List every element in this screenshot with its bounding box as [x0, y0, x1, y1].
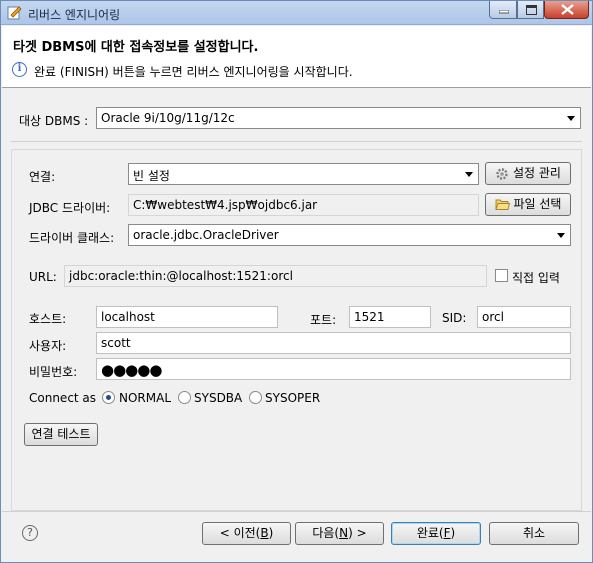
test-connection-button[interactable]: 연결 테스트	[24, 423, 98, 446]
url-field: jdbc:oracle:thin:@localhost:1521:orcl	[64, 265, 487, 287]
choose-file-button[interactable]: 파일 선택	[485, 193, 571, 216]
divider	[11, 141, 582, 142]
title-bar[interactable]: 리버스 엔지니어링	[1, 1, 592, 25]
host-input[interactable]: localhost	[96, 306, 278, 328]
header-description: 완료 (FINISH) 버튼을 누르면 리버스 엔지니어링을 시작합니다.	[34, 65, 353, 79]
driver-class-select-value: oracle.jdbc.OracleDriver	[133, 228, 279, 242]
choose-file-label: 파일 선택	[513, 197, 562, 211]
minimize-icon	[499, 10, 509, 14]
connection-select[interactable]: 빈 설정	[128, 163, 479, 185]
jdbc-driver-path: C:₩webtest₩4.jsp₩ojdbc6.jar	[128, 194, 479, 216]
folder-icon	[494, 199, 510, 210]
url-value: jdbc:oracle:thin:@localhost:1521:orcl	[69, 269, 293, 283]
radio-normal-label: NORMAL	[119, 391, 172, 405]
user-input[interactable]: scott	[96, 332, 571, 354]
dbms-select[interactable]: Oracle 9i/10g/11g/12c	[96, 107, 581, 129]
jdbc-driver-label: JDBC 드라이버:	[29, 201, 111, 215]
dialog-window: 리버스 엔지니어링 타겟 DBMS에 대한 접속정보를 설정합니다. i 완료 …	[0, 0, 593, 563]
manage-settings-label: 설정 관리	[513, 166, 561, 180]
host-value: localhost	[101, 310, 155, 324]
radio-normal[interactable]	[102, 391, 115, 404]
radio-sysoper[interactable]	[249, 391, 262, 404]
radio-sysdba[interactable]	[178, 391, 191, 404]
back-button[interactable]: < 이전(B)	[202, 522, 291, 545]
dbms-select-value: Oracle 9i/10g/11g/12c	[101, 111, 235, 125]
minimize-button[interactable]	[489, 1, 517, 19]
window-title: 리버스 엔지니어링	[28, 8, 121, 22]
password-input[interactable]: ●●●●●	[96, 358, 571, 380]
next-label: 다음(	[312, 526, 340, 540]
user-label: 사용자:	[29, 339, 67, 353]
connect-as-label: Connect as	[29, 391, 97, 405]
connection-select-value: 빈 설정	[133, 169, 170, 183]
finish-paren: )	[450, 526, 456, 540]
dbms-label: 대상 DBMS :	[19, 114, 89, 128]
header-title: 타겟 DBMS에 대한 접속정보를 설정합니다.	[13, 40, 259, 55]
chevron-down-icon	[465, 172, 473, 177]
maximize-button[interactable]	[517, 1, 544, 19]
port-value: 1521	[354, 310, 385, 324]
dialog-header: 타겟 DBMS에 대한 접속정보를 설정합니다. i 완료 (FINISH) 버…	[2, 26, 591, 88]
gear-icon	[496, 167, 508, 180]
radio-sysoper-label: SYSOPER	[265, 391, 321, 405]
sid-label: SID:	[442, 311, 467, 325]
back-paren: )	[268, 526, 274, 540]
url-label: URL:	[29, 270, 57, 284]
port-input[interactable]: 1521	[349, 306, 431, 328]
next-mnemonic: N	[339, 526, 349, 540]
close-button[interactable]	[544, 1, 589, 19]
password-label: 비밀번호:	[29, 365, 78, 379]
user-value: scott	[101, 336, 131, 350]
port-label: 포트:	[310, 313, 337, 327]
driver-class-label: 드라이버 클래스:	[29, 231, 115, 245]
jdbc-driver-path-value: C:₩webtest₩4.jsp₩ojdbc6.jar	[133, 198, 318, 212]
back-label: < 이전(	[219, 526, 261, 540]
next-button[interactable]: 다음(N) >	[295, 522, 384, 545]
driver-class-select[interactable]: oracle.jdbc.OracleDriver	[128, 224, 571, 246]
chevron-down-icon	[557, 233, 565, 238]
finish-button[interactable]: 완료(F)	[391, 522, 481, 545]
maximize-icon	[526, 5, 537, 15]
password-value: ●●●●●	[101, 361, 162, 379]
footer-divider	[2, 511, 591, 512]
cancel-button[interactable]: 취소	[489, 522, 579, 545]
sid-input[interactable]: orcl	[477, 306, 571, 328]
direct-input-label: 직접 입력	[512, 271, 560, 285]
sid-value: orcl	[482, 310, 504, 324]
cancel-label: 취소	[522, 526, 546, 540]
next-suffix: ) >	[348, 526, 367, 540]
direct-input-checkbox[interactable]	[495, 269, 508, 282]
host-label: 호스트:	[29, 312, 67, 326]
back-mnemonic: B	[260, 526, 269, 540]
close-icon	[561, 4, 574, 15]
chevron-down-icon	[567, 116, 575, 121]
app-icon	[7, 6, 22, 20]
radio-sysdba-label: SYSDBA	[194, 391, 243, 405]
connection-label: 연결:	[29, 170, 56, 184]
help-icon[interactable]: ?	[22, 525, 38, 541]
manage-settings-button[interactable]: 설정 관리	[485, 162, 571, 185]
finish-label: 완료(	[416, 526, 444, 540]
test-connection-label: 연결 테스트	[31, 427, 91, 441]
info-icon: i	[12, 62, 27, 77]
